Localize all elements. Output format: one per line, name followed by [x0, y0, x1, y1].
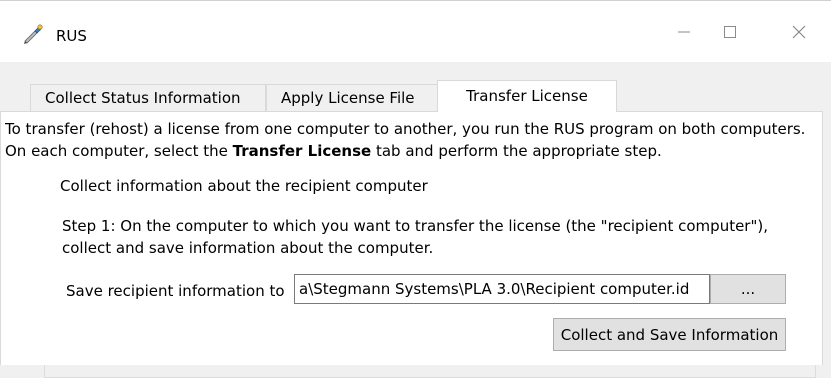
title-bar: RUS: [0, 0, 831, 62]
intro-text-bold: Transfer License: [232, 142, 372, 160]
browse-button[interactable]: ...: [710, 274, 786, 304]
pen-key-icon: [22, 23, 44, 45]
recipient-path-input[interactable]: [294, 274, 710, 304]
tab-transfer-license[interactable]: Transfer License: [437, 80, 617, 112]
tab-collect-status-information[interactable]: Collect Status Information: [30, 84, 266, 111]
maximize-button[interactable]: [707, 13, 753, 51]
minimize-button[interactable]: [661, 13, 707, 51]
intro-text: To transfer (rehost) a license from one …: [5, 118, 815, 162]
collect-and-save-button[interactable]: Collect and Save Information: [553, 318, 786, 351]
close-icon: [792, 25, 806, 39]
intro-text-part2: tab and perform the appropriate step.: [371, 142, 662, 160]
group-title: Collect information about the recipient …: [55, 177, 433, 195]
close-button[interactable]: [776, 13, 822, 51]
rus-window: RUS Collect Status Information Apply Lic…: [0, 0, 831, 378]
window-title: RUS: [56, 27, 87, 45]
tab-apply-license-file[interactable]: Apply License File: [266, 84, 438, 111]
maximize-icon: [724, 26, 736, 38]
save-recipient-label: Save recipient information to: [66, 282, 285, 300]
step1-text: Step 1: On the computer to which you wan…: [62, 217, 768, 257]
minimize-icon: [678, 31, 690, 33]
